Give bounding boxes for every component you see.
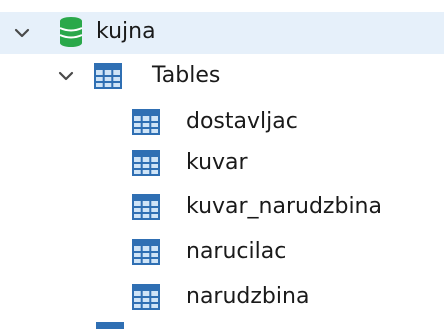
table-label: narucilac [186, 239, 287, 264]
table-grid-icon [132, 284, 160, 310]
tree-item-table[interactable]: dostavljac [0, 102, 444, 142]
database-name: kujna [96, 19, 156, 44]
truncated-node-icon [96, 322, 124, 329]
table-label: kuvar [186, 150, 248, 175]
tree-item-table[interactable]: narucilac [0, 232, 444, 272]
table-label: narudzbina [186, 284, 310, 309]
table-grid-icon [94, 63, 122, 89]
tree-item-table[interactable]: kuvar_narudzbina [0, 187, 444, 227]
tree-node-tables-folder[interactable]: Tables [0, 56, 444, 96]
database-icon [58, 16, 84, 48]
chevron-down-icon[interactable] [12, 23, 32, 43]
table-label: dostavljac [186, 109, 298, 134]
table-grid-icon [132, 109, 160, 135]
database-tree: kujna Tables dostavljac kuvar kuvar_naru… [0, 0, 444, 329]
table-grid-icon [132, 239, 160, 265]
tables-folder-label: Tables [152, 63, 221, 88]
tree-item-table[interactable]: kuvar [0, 143, 444, 183]
table-grid-icon [132, 150, 160, 176]
table-grid-icon [132, 194, 160, 220]
table-label: kuvar_narudzbina [186, 194, 382, 219]
chevron-down-icon[interactable] [56, 66, 76, 86]
tree-node-database[interactable]: kujna [0, 12, 444, 54]
tree-item-table[interactable]: narudzbina [0, 277, 444, 317]
